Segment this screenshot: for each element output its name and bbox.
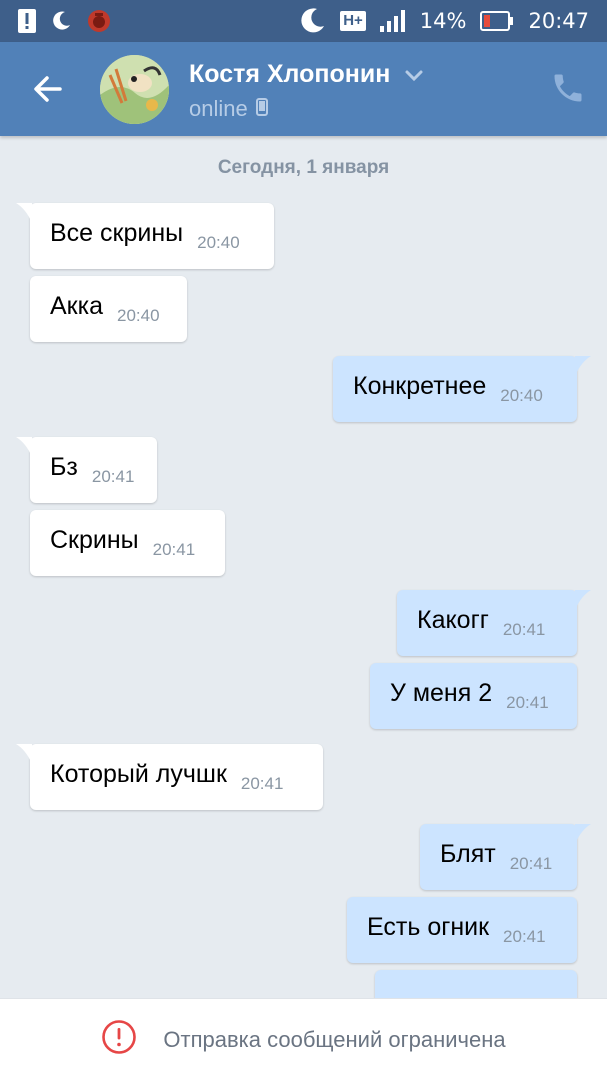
message-text: Блят	[440, 839, 496, 868]
bubble-tail	[16, 437, 32, 457]
clock: 20:47	[528, 9, 589, 33]
date-separator: Сегодня, 1 января	[217, 157, 390, 178]
chat-header: Костя Хлопонин online	[0, 42, 607, 136]
message-time: 20:40	[197, 233, 240, 252]
message-outgoing-partial[interactable]	[375, 970, 577, 998]
bubble-tail	[575, 824, 591, 844]
message-time: 20:41	[240, 774, 284, 793]
message-incoming[interactable]: Акка 20:40	[30, 276, 187, 342]
bubble-tail	[16, 203, 32, 223]
restriction-text: Отправка сообщений ограничена	[163, 1026, 506, 1052]
moon-icon	[298, 7, 326, 35]
message-time: 20:41	[503, 927, 546, 946]
message-outgoing[interactable]: Какогг 20:41	[397, 590, 591, 656]
avatar[interactable]	[100, 55, 169, 124]
status-bar: H+ 14% 20:47	[0, 0, 607, 42]
warning-circle-icon	[101, 1019, 137, 1060]
call-button[interactable]	[550, 70, 586, 106]
message-text: Конкретнее	[353, 371, 487, 400]
message-text: Есть огник	[367, 912, 490, 941]
message-text: Все скрины	[50, 218, 184, 247]
moon-icon	[50, 10, 72, 32]
back-button[interactable]	[28, 69, 68, 109]
message-incoming[interactable]: Который лучшк 20:41	[16, 744, 323, 810]
restriction-banner: Отправка сообщений ограничена	[0, 998, 607, 1080]
message-time: 20:41	[152, 540, 196, 559]
status-bar-left	[18, 8, 112, 34]
message-time: 20:41	[502, 620, 546, 639]
presence-label: online	[189, 96, 248, 121]
message-text: Бз	[50, 452, 78, 481]
message-outgoing[interactable]: Есть огник 20:41	[347, 897, 577, 963]
message-text: У меня 2	[390, 678, 493, 707]
message-incoming[interactable]: Скрины 20:41	[30, 510, 225, 576]
message-time: 20:40	[117, 306, 160, 325]
battery-percent: 14%	[419, 9, 467, 33]
message-list[interactable]: Сегодня, 1 января Все скрины 20:40 Акка …	[0, 136, 607, 998]
back-arrow-icon	[34, 76, 62, 102]
presence-status: online	[189, 96, 268, 122]
message-text: Скрины	[50, 525, 139, 554]
bubble-tail	[16, 744, 32, 764]
message-time: 20:40	[500, 386, 543, 405]
message-outgoing[interactable]: У меня 2 20:41	[370, 663, 577, 729]
contact-name[interactable]: Костя Хлопонин	[189, 60, 390, 89]
signal-icon	[379, 10, 406, 32]
bubble-tail	[575, 590, 591, 610]
message-text: Акка	[50, 291, 104, 320]
status-bar-right: H+ 14% 20:47	[298, 7, 589, 35]
message-outgoing[interactable]: Конкретнее 20:40	[333, 356, 591, 422]
battery-icon	[480, 11, 514, 31]
message-time: 20:41	[509, 854, 553, 873]
message-incoming[interactable]: Все скрины 20:40	[16, 203, 274, 269]
message-text: Который лучшк	[50, 759, 227, 788]
mobile-device-icon	[255, 96, 268, 122]
alert-icon	[18, 9, 36, 33]
message-time: 20:41	[91, 467, 135, 486]
hplus-icon: H+	[340, 11, 366, 31]
app-notification-icon	[86, 8, 112, 34]
message-incoming[interactable]: Бз 20:41	[16, 437, 157, 503]
message-time: 20:41	[506, 693, 549, 712]
message-text: Какогг	[417, 605, 489, 634]
phone-icon	[554, 74, 582, 102]
chevron-down-icon[interactable]	[404, 69, 424, 88]
bubble-tail	[575, 356, 591, 376]
network-type: H+	[340, 11, 366, 31]
message-outgoing[interactable]: Блят 20:41	[420, 824, 591, 890]
